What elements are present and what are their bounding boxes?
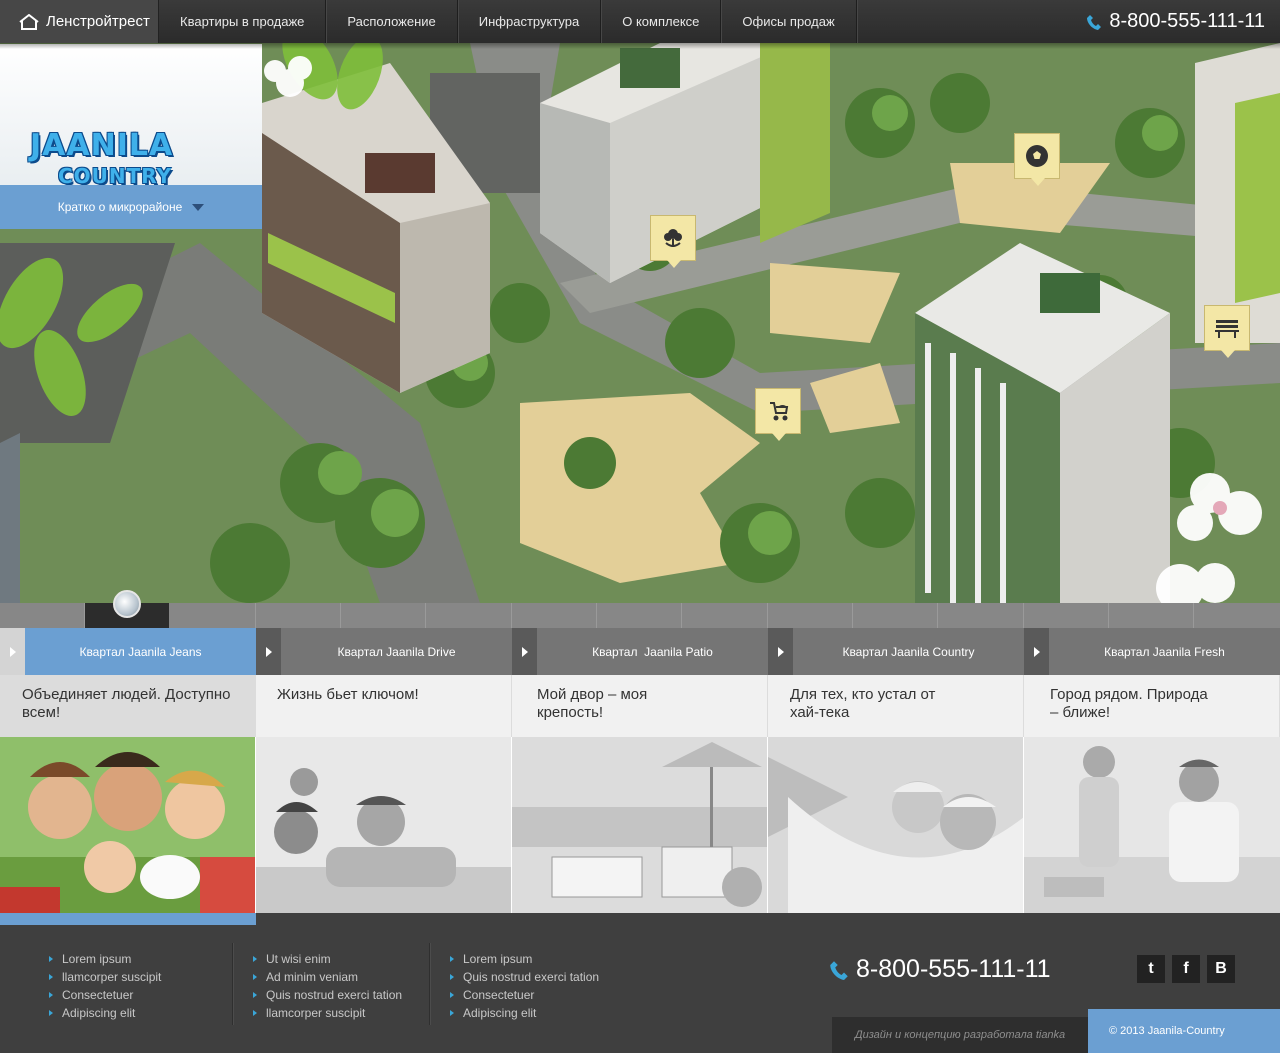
slider-segment <box>597 603 682 628</box>
playground-pin[interactable] <box>755 388 801 441</box>
nav-item-infrastructure[interactable]: Инфраструктура <box>458 0 602 43</box>
footer-phone[interactable]: 8-800-555-111-11 <box>830 955 1051 984</box>
slider-segment <box>768 603 853 628</box>
footer-link[interactable]: Consectetuer <box>449 986 599 1004</box>
caret-down-icon <box>192 203 205 211</box>
footer-link[interactable]: Quis nostrud exerci tation <box>449 968 599 986</box>
quarter-tabs: Квартал Jaanila Jeans Квартал Jaanila Dr… <box>0 628 1280 675</box>
tab-jaanila-fresh[interactable]: Квартал Jaanila Fresh <box>1024 628 1280 675</box>
footer-links-2: Ut wisi enim Ad minim veniam Quis nostru… <box>252 950 402 1022</box>
flower-icon <box>664 229 682 247</box>
copyright: © 2013 Jaanila-Country <box>1088 1009 1280 1053</box>
nav-item-location[interactable]: Расположение <box>326 0 458 43</box>
slider-segment <box>0 603 85 628</box>
tab-jaanila-patio[interactable]: Квартал Jaanila Patio <box>512 628 768 675</box>
logo-panel[interactable]: JAANILA COUNTRY <box>0 44 262 188</box>
slogan-fresh: Город рядом. Природа – ближе! <box>1024 675 1280 737</box>
district-brief-label: Кратко о микрорайоне <box>57 200 183 214</box>
footer-links-3: Lorem ipsum Quis nostrud exerci tation C… <box>449 950 599 1022</box>
logo-jaanila: JAANILA <box>30 128 174 163</box>
footer-links-1: Lorem ipsum llamcorper suscipit Consecte… <box>48 950 161 1022</box>
facebook-icon: f <box>1183 960 1189 977</box>
slider-segment <box>169 603 256 628</box>
facebook-button[interactable]: f <box>1172 955 1200 983</box>
bench-icon <box>1215 320 1239 338</box>
slider-segment <box>1109 603 1194 628</box>
twitter-button[interactable]: t <box>1137 955 1165 983</box>
tab-jaanila-country[interactable]: Квартал Jaanila Country <box>768 628 1024 675</box>
photo-family-drive[interactable] <box>256 737 512 913</box>
page: Ленстройтрест Квартиры в продаже Располо… <box>0 0 1280 1053</box>
slider-segment <box>341 603 426 628</box>
district-brief-dropdown[interactable]: Кратко о микрорайоне <box>0 185 262 229</box>
footer-link[interactable]: Ut wisi enim <box>252 950 402 968</box>
slider-segment <box>256 603 341 628</box>
slogan-patio: Мой двор – моя крепость! <box>512 675 768 737</box>
footer-divider <box>429 943 430 1025</box>
nav-item-sales-offices[interactable]: Офисы продаж <box>721 0 857 43</box>
slogan-jeans: Объединяет людей. Доступно всем! <box>0 675 256 737</box>
brand-name: Ленстройтрест <box>46 13 150 30</box>
tab-arrow-icon <box>512 628 537 675</box>
footer-link[interactable]: Lorem ipsum <box>48 950 161 968</box>
photo-seniors-hammock[interactable] <box>768 737 1024 913</box>
soccer-pin[interactable] <box>1014 133 1060 186</box>
slider-segment <box>1024 603 1109 628</box>
footer-divider <box>232 943 233 1025</box>
footer-link[interactable]: Adipiscing elit <box>48 1004 161 1022</box>
house-icon <box>19 13 39 30</box>
bench-pin[interactable] <box>1204 305 1250 358</box>
phone-icon <box>1087 14 1102 30</box>
tab-label: Квартал Jaanila Country <box>842 644 975 659</box>
tab-arrow-icon <box>1024 628 1049 675</box>
stroller-icon <box>770 402 789 421</box>
tab-arrow-icon <box>768 628 793 675</box>
tab-jaanila-drive[interactable]: Квартал Jaanila Drive <box>256 628 512 675</box>
tab-jaanila-jeans[interactable]: Квартал Jaanila Jeans <box>0 628 256 675</box>
slogan-country: Для тех, кто устал от хай-тека <box>768 675 1024 737</box>
tab-arrow-icon <box>0 628 25 675</box>
vkontakte-button[interactable]: B <box>1207 955 1235 983</box>
footer-link[interactable]: Quis nostrud exerci tation <box>252 986 402 1004</box>
soccer-ball-icon <box>1026 145 1048 167</box>
nav-item-about[interactable]: О комплексе <box>601 0 722 43</box>
footer-phone-number: 8-800-555-111-11 <box>856 955 1051 983</box>
header-phone-number: 8-800-555-111-11 <box>1109 10 1265 32</box>
photo-couple-kitchen[interactable] <box>1024 737 1280 913</box>
tab-label: Квартал Jaanila Drive <box>337 644 456 659</box>
twitter-icon: t <box>1148 960 1154 977</box>
slider-segment <box>853 603 938 628</box>
design-credit: Дизайн и концепцию разработала tianka <box>832 1017 1088 1053</box>
nav-item-apartments[interactable]: Квартиры в продаже <box>159 0 327 43</box>
flower-pin[interactable] <box>650 215 696 268</box>
brand[interactable]: Ленстройтрест <box>0 0 159 43</box>
top-nav: Ленстройтрест Квартиры в продаже Располо… <box>0 0 1280 43</box>
tab-arrow-icon <box>256 628 281 675</box>
slider-segment <box>938 603 1024 628</box>
slider-handle[interactable] <box>113 590 141 618</box>
nav-shadow <box>0 43 1280 49</box>
footer-link[interactable]: llamcorper suscipit <box>48 968 161 986</box>
quarter-slogans: Объединяет людей. Доступно всем! Жизнь б… <box>0 675 1280 737</box>
active-tab-indicator <box>0 913 256 925</box>
photo-family-jeans[interactable] <box>0 737 256 913</box>
tab-label: Квартал Jaanila Fresh <box>1104 644 1225 659</box>
slogan-drive: Жизнь бьет ключом! <box>256 675 512 737</box>
header-phone[interactable]: 8-800-555-111-11 <box>1087 0 1280 43</box>
vkontakte-icon: B <box>1215 960 1227 977</box>
quarter-photos <box>0 737 1280 913</box>
phone-icon <box>830 960 848 980</box>
slider-segment <box>426 603 512 628</box>
tab-label: Квартал Jaanila Patio <box>592 644 713 659</box>
photo-patio[interactable] <box>512 737 768 913</box>
tab-label: Квартал Jaanila Jeans <box>79 644 202 659</box>
slider-segment <box>512 603 597 628</box>
slider-segment <box>682 603 768 628</box>
footer-link[interactable]: llamcorper suscipit <box>252 1004 402 1022</box>
footer-link[interactable]: Ad minim veniam <box>252 968 402 986</box>
quarter-slider-track[interactable] <box>0 603 1280 628</box>
footer-link[interactable]: Lorem ipsum <box>449 950 599 968</box>
footer-link[interactable]: Consectetuer <box>48 986 161 1004</box>
footer-link[interactable]: Adipiscing elit <box>449 1004 599 1022</box>
